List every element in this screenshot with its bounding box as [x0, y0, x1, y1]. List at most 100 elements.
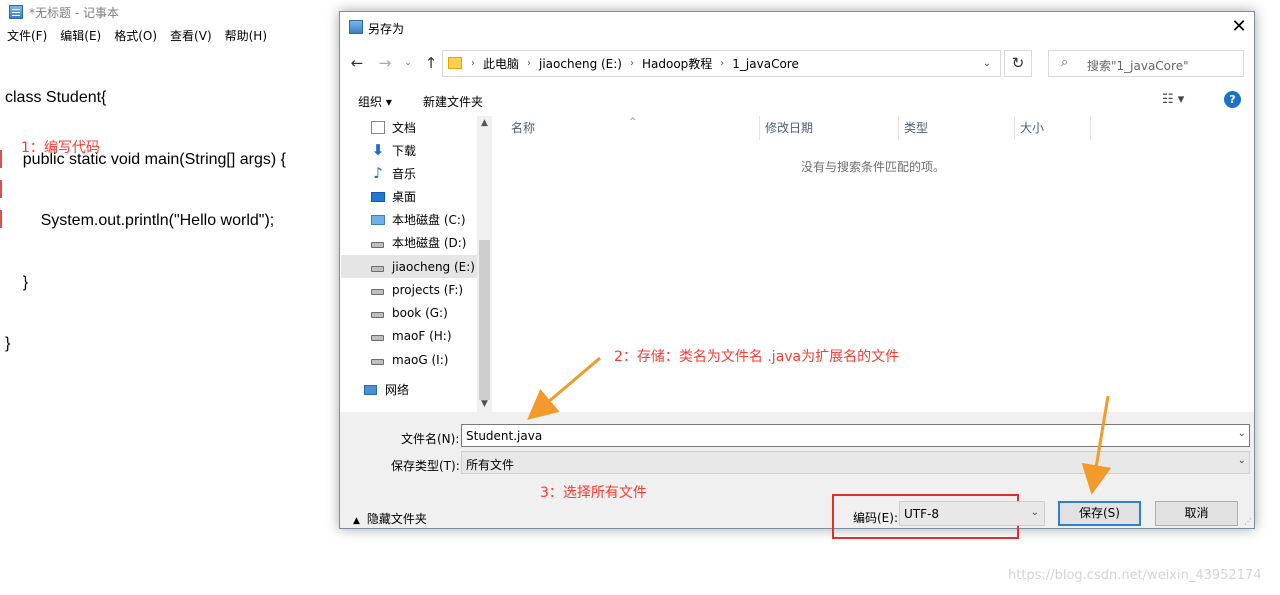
filetype-label: 保存类型(T): — [391, 459, 460, 473]
nav-item-desktop[interactable]: 桌面 — [341, 185, 477, 208]
breadcrumb-separator-icon[interactable]: › — [716, 58, 728, 69]
code-line: } — [5, 335, 11, 352]
address-bar[interactable]: › 此电脑 › jiaocheng (E:) › Hadoop教程 › 1_ja… — [442, 50, 1001, 77]
nav-item-drive-i[interactable]: maoG (I:) — [341, 348, 477, 371]
dialog-title: 另存为 — [368, 22, 405, 36]
notepad-icon — [9, 5, 23, 19]
breadcrumb-this-pc[interactable]: 此电脑 — [479, 55, 523, 72]
nav-item-label: maoF (H:) — [392, 328, 452, 343]
desktop-icon — [371, 191, 385, 202]
menu-view[interactable]: 查看(V) — [163, 27, 218, 45]
nav-item-label: 下载 — [392, 144, 417, 158]
navigation-pane-scrollbar[interactable]: ▲ ▼ — [477, 116, 492, 412]
sort-ascending-icon: ^ — [629, 117, 637, 127]
code-line: } — [5, 273, 29, 291]
nav-item-drive-h[interactable]: maoF (H:) — [341, 324, 477, 347]
view-options-icon[interactable]: ☷ ▾ — [1162, 92, 1184, 107]
menu-format[interactable]: 格式(O) — [107, 27, 163, 45]
nav-item-drive-c[interactable]: 本地磁盘 (C:) — [341, 208, 477, 231]
save-options-area: 文件名(N): Student.java ⌄ 保存类型(T): 所有文件 ⌄ ▲… — [340, 412, 1254, 539]
hide-folders-toggle[interactable]: ▲ 隐藏文件夹 — [353, 510, 427, 527]
nav-item-drive-e[interactable]: jiaocheng (E:) — [341, 255, 477, 278]
drive-icon — [371, 311, 384, 318]
chevron-down-icon[interactable]: ⌄ — [1238, 455, 1246, 466]
network-icon — [364, 384, 377, 395]
cancel-button[interactable]: 取消 — [1155, 501, 1238, 526]
file-list[interactable]: ^ 名称 修改日期 类型 大小 没有与搜索条件匹配的项。 — [492, 116, 1254, 411]
column-header-type[interactable]: 类型 — [899, 116, 1015, 140]
drive-icon — [371, 358, 384, 365]
nav-item-music[interactable]: ♪ 音乐 — [341, 162, 477, 185]
code-line: class Student{ — [5, 89, 107, 106]
empty-folder-message: 没有与搜索条件匹配的项。 — [800, 160, 945, 174]
column-header-date[interactable]: 修改日期 — [760, 116, 899, 140]
nav-item-downloads[interactable]: ⬇ 下载 — [341, 139, 477, 162]
menu-edit[interactable]: 编辑(E) — [53, 27, 107, 45]
forward-arrow-icon[interactable]: → — [376, 53, 394, 73]
breadcrumb-separator-icon[interactable]: › — [626, 58, 638, 69]
scroll-up-chevron-icon[interactable]: ▲ — [477, 116, 492, 131]
help-icon[interactable]: ? — [1224, 91, 1241, 108]
navigation-pane: 文档 ⬇ 下载 ♪ 音乐 桌面 本地磁盘 (C:) 本地磁盘 (D:) jiao… — [341, 116, 492, 412]
nav-item-drive-g[interactable]: book (G:) — [341, 301, 477, 324]
search-input[interactable]: ⌕ 搜索"1_javaCore" — [1048, 50, 1244, 77]
drive-icon — [371, 288, 384, 295]
code-line: System.out.println("Hello world"); — [5, 212, 275, 229]
folder-icon — [448, 57, 462, 69]
save-button[interactable]: 保存(S) — [1058, 501, 1141, 526]
dialog-titlebar: 另存为 ✕ — [340, 12, 1254, 43]
new-folder-button[interactable]: 新建文件夹 — [423, 93, 483, 110]
breadcrumb-drive-e[interactable]: jiaocheng (E:) — [535, 57, 626, 71]
navigation-bar: ← → ⌄ ↑ › 此电脑 › jiaocheng (E:) › Hadoop教… — [340, 48, 1254, 78]
menu-help[interactable]: 帮助(H) — [218, 27, 273, 45]
filetype-value: 所有文件 — [466, 458, 515, 472]
annotation-step-1: 1：编写代码 — [21, 140, 100, 156]
notepad-text-area[interactable]: class Student{ public static void main(S… — [5, 47, 286, 396]
column-header-label: 名称 — [511, 121, 536, 135]
breadcrumb-hadoop[interactable]: Hadoop教程 — [638, 55, 716, 72]
filename-value: Student.java — [466, 429, 543, 443]
organize-button[interactable]: 组织 ▾ — [358, 93, 392, 110]
breadcrumb-separator-icon[interactable]: › — [523, 58, 535, 69]
nav-item-drive-f[interactable]: projects (F:) — [341, 278, 477, 301]
nav-item-documents[interactable]: 文档 — [341, 116, 477, 139]
nav-item-label: 文档 — [392, 121, 417, 135]
hide-folders-label: 隐藏文件夹 — [366, 512, 427, 526]
nav-item-label: 本地磁盘 (D:) — [392, 236, 467, 250]
nav-item-label: book (G:) — [392, 305, 448, 320]
resize-grip-icon[interactable]: ⋰ — [1244, 517, 1252, 526]
drive-icon — [371, 334, 384, 341]
breadcrumb: › 此电脑 › jiaocheng (E:) › Hadoop教程 › 1_ja… — [467, 51, 803, 76]
nav-item-drive-d[interactable]: 本地磁盘 (D:) — [341, 231, 477, 254]
encoding-select[interactable]: UTF-8 ⌄ — [899, 501, 1045, 526]
nav-item-label: 本地磁盘 (C:) — [392, 213, 466, 227]
search-icon: ⌕ — [1061, 55, 1069, 70]
refresh-icon[interactable]: ↻ — [1004, 50, 1032, 77]
column-header-size[interactable]: 大小 — [1015, 116, 1091, 140]
back-arrow-icon[interactable]: ← — [348, 53, 366, 73]
download-icon: ⬇ — [371, 141, 385, 159]
recent-locations-chevron-icon[interactable]: ⌄ — [399, 53, 417, 73]
breadcrumb-javacore[interactable]: 1_javaCore — [728, 57, 803, 71]
nav-item-label: 音乐 — [392, 167, 417, 181]
dialog-toolbar: 组织 ▾ 新建文件夹 ☷ ▾ ? — [340, 86, 1254, 114]
nav-item-label: maoG (I:) — [392, 352, 449, 367]
column-header-name[interactable]: ^ 名称 — [492, 116, 760, 140]
nav-item-network[interactable]: 网络 — [334, 378, 470, 401]
scrollbar-thumb[interactable] — [479, 240, 490, 400]
close-icon[interactable]: ✕ — [1224, 12, 1254, 43]
filename-field[interactable]: Student.java ⌄ — [461, 424, 1250, 447]
notepad-menubar: 文件(F) 编辑(E) 格式(O) 查看(V) 帮助(H) — [0, 27, 273, 45]
drive-icon — [371, 241, 384, 248]
chevron-down-icon[interactable]: ⌄ — [1238, 428, 1246, 439]
drive-icon — [371, 265, 384, 272]
chevron-up-icon: ▲ — [353, 516, 360, 526]
chevron-down-icon[interactable]: ⌄ — [1031, 507, 1039, 518]
search-placeholder: 搜索"1_javaCore" — [1087, 59, 1189, 73]
up-arrow-icon[interactable]: ↑ — [422, 53, 440, 73]
menu-file[interactable]: 文件(F) — [0, 27, 53, 45]
filetype-select[interactable]: 所有文件 ⌄ — [461, 451, 1250, 474]
scroll-down-chevron-icon[interactable]: ▼ — [477, 397, 492, 412]
encoding-label: 编码(E): — [853, 511, 898, 525]
address-dropdown-chevron-icon[interactable]: ⌄ — [974, 51, 1000, 76]
